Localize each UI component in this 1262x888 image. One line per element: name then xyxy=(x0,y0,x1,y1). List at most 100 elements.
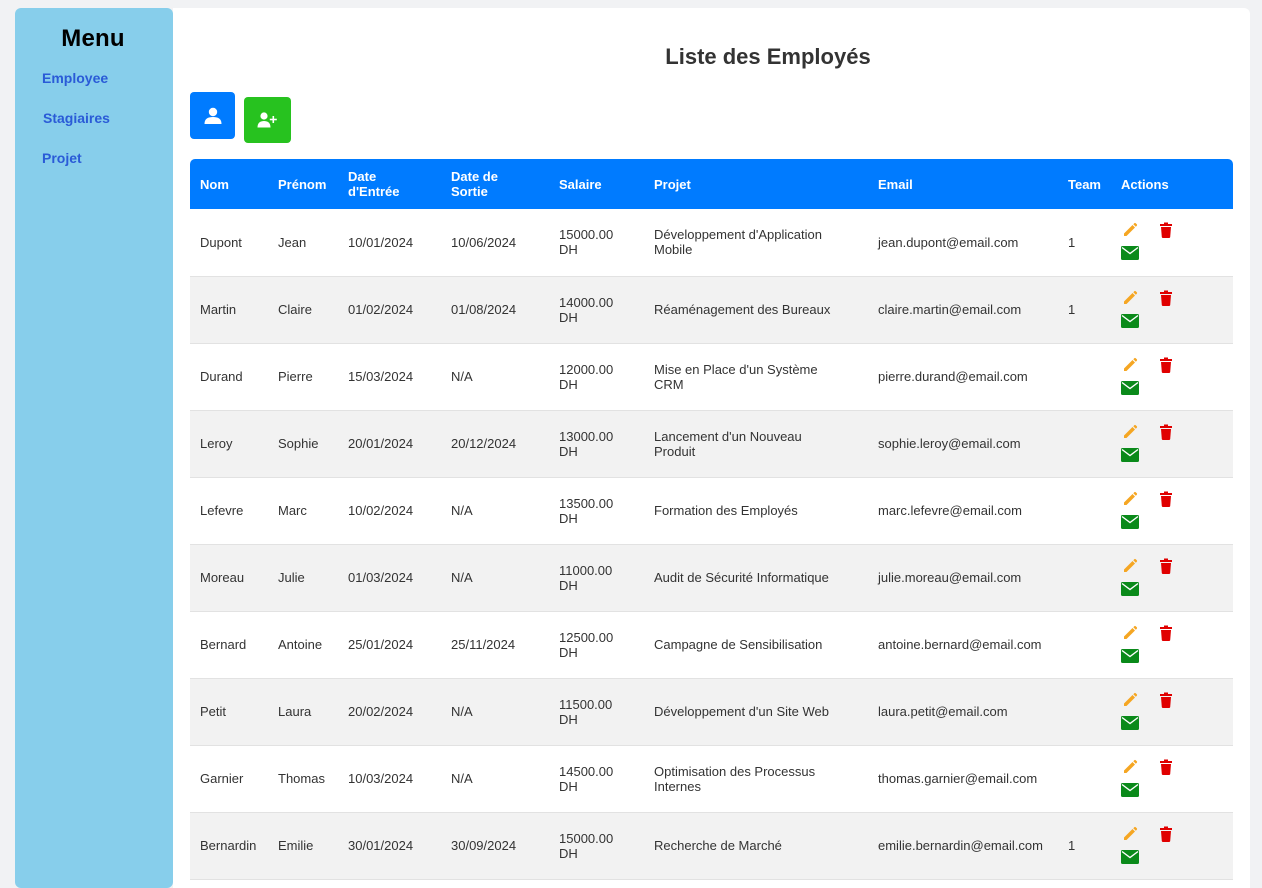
cell-salaire-text: 14500.00 DH xyxy=(559,763,614,794)
cell-team-text: 1 xyxy=(1068,838,1076,853)
email-button[interactable] xyxy=(1121,781,1139,799)
col-header-prenom[interactable]: Prénom xyxy=(268,159,338,209)
edit-button[interactable] xyxy=(1121,423,1139,441)
pencil-icon xyxy=(1124,759,1138,773)
email-button[interactable] xyxy=(1121,312,1139,330)
cell-actions xyxy=(1111,209,1233,276)
cell-prenom: Julie xyxy=(268,544,338,611)
sidebar-item-projet[interactable]: Projet xyxy=(42,150,82,166)
table-row: Moreau Julie 01/03/2024 N/A 11000.00 DH Audit… xyxy=(190,544,1233,611)
delete-button[interactable] xyxy=(1157,423,1175,441)
cell-date-sortie-text: N/A xyxy=(451,369,473,384)
cell-email: jean.dupont@email.com xyxy=(868,209,1058,276)
cell-projet: Réaménagement des Bureaux xyxy=(644,276,868,343)
pencil-icon xyxy=(1124,558,1138,572)
email-button[interactable] xyxy=(1121,580,1139,598)
cell-actions xyxy=(1111,477,1233,544)
cell-date-sortie: N/A xyxy=(441,745,549,812)
cell-nom: Martin xyxy=(190,276,268,343)
cell-date-entree: 20/02/2024 xyxy=(338,678,441,745)
cell-salaire-text: 11500.00 DH xyxy=(559,696,613,727)
row-actions xyxy=(1111,746,1233,812)
col-header-email[interactable]: Email xyxy=(868,159,1058,209)
cell-team: 1 xyxy=(1058,209,1111,276)
cell-date-entree-text: 01/02/2024 xyxy=(348,302,414,317)
email-button[interactable] xyxy=(1121,446,1139,464)
table-row: Petit Laura 20/02/2024 N/A 11500.00 DH Dévelo… xyxy=(190,678,1233,745)
cell-projet: Optimisation des Processus Internes xyxy=(644,745,868,812)
row-actions xyxy=(1111,545,1233,611)
sidebar-item-employee[interactable]: Employee xyxy=(42,70,108,86)
cell-team xyxy=(1058,410,1111,477)
sidebar-item-stagiaires[interactable]: Stagiaires xyxy=(43,110,110,126)
cell-salaire-text: 15000.00 DH xyxy=(559,830,614,861)
cell-projet-text: Développement d'Application Mobile xyxy=(654,227,822,258)
cell-date-sortie-text: N/A xyxy=(451,570,473,585)
email-button[interactable] xyxy=(1121,244,1139,262)
edit-button[interactable] xyxy=(1121,557,1139,575)
table-row: Dupont Jean 10/01/2024 10/06/2024 15000.00 D… xyxy=(190,209,1233,276)
col-header-date-entree[interactable]: Date d'Entrée xyxy=(338,159,441,209)
cell-email-text: jean.dupont@email.com xyxy=(878,234,1019,250)
cell-projet-text: Optimisation des Processus Internes xyxy=(654,763,816,794)
delete-button[interactable] xyxy=(1157,490,1175,508)
envelope-icon xyxy=(1121,246,1139,261)
cell-nom: Durand xyxy=(190,343,268,410)
cell-date-entree-text: 25/01/2024 xyxy=(348,637,414,652)
user-button[interactable] xyxy=(190,92,235,139)
cell-date-sortie: N/A xyxy=(441,477,549,544)
delete-button[interactable] xyxy=(1157,289,1175,307)
cell-email: sophie.leroy@email.com xyxy=(868,410,1058,477)
delete-button[interactable] xyxy=(1157,221,1175,239)
cell-email: laura.petit@email.com xyxy=(868,678,1058,745)
edit-button[interactable] xyxy=(1121,825,1139,843)
cell-salaire: 13000.00 DH xyxy=(549,410,644,477)
col-header-projet[interactable]: Projet xyxy=(644,159,868,209)
pencil-icon xyxy=(1124,424,1138,438)
cell-email-text: antoine.bernard@email.com xyxy=(878,637,1042,652)
cell-team xyxy=(1058,611,1111,678)
edit-button[interactable] xyxy=(1121,221,1139,239)
cell-date-sortie-text: 10/06/2024 xyxy=(451,234,517,250)
delete-button[interactable] xyxy=(1157,691,1175,709)
col-header-date-sortie[interactable]: Date de Sortie xyxy=(441,159,549,209)
cell-team: 1 xyxy=(1058,276,1111,343)
email-button[interactable] xyxy=(1121,848,1139,866)
edit-button[interactable] xyxy=(1121,356,1139,374)
col-header-nom[interactable]: Nom xyxy=(190,159,268,209)
table-row: Leroy Sophie 20/01/2024 20/12/2024 13000.00 … xyxy=(190,410,1233,477)
pencil-icon xyxy=(1124,491,1138,505)
cell-nom-text: Bernard xyxy=(200,637,247,652)
edit-button[interactable] xyxy=(1121,624,1139,642)
delete-button[interactable] xyxy=(1157,758,1175,776)
cell-date-entree-text: 15/03/2024 xyxy=(348,369,414,384)
cell-email-text: marc.lefevre@email.com xyxy=(878,503,1022,518)
delete-button[interactable] xyxy=(1157,624,1175,642)
cell-email: emilie.bernardin@email.com xyxy=(868,812,1058,879)
edit-button[interactable] xyxy=(1121,691,1139,709)
cell-email-text: laura.petit@email.com xyxy=(878,704,1008,719)
cell-prenom-text: Claire xyxy=(278,302,312,317)
edit-button[interactable] xyxy=(1121,289,1139,307)
edit-button[interactable] xyxy=(1121,490,1139,508)
col-header-team[interactable]: Team xyxy=(1058,159,1111,209)
table-row: Martin Claire 01/02/2024 01/08/2024 14000.00… xyxy=(190,276,1233,343)
delete-button[interactable] xyxy=(1157,825,1175,843)
email-button[interactable] xyxy=(1121,513,1139,531)
cell-actions xyxy=(1111,276,1233,343)
cell-salaire: 11000.00 DH xyxy=(549,544,644,611)
delete-button[interactable] xyxy=(1157,356,1175,374)
cell-prenom: Jean xyxy=(268,209,338,276)
email-button[interactable] xyxy=(1121,714,1139,732)
email-button[interactable] xyxy=(1121,647,1139,665)
col-header-salaire[interactable]: Salaire xyxy=(549,159,644,209)
cell-date-sortie: N/A xyxy=(441,343,549,410)
delete-button[interactable] xyxy=(1157,557,1175,575)
cell-prenom: Sophie xyxy=(268,410,338,477)
edit-button[interactable] xyxy=(1121,758,1139,776)
cell-salaire: 12000.00 DH xyxy=(549,343,644,410)
cell-date-sortie-text: 01/08/2024 xyxy=(451,302,517,317)
email-button[interactable] xyxy=(1121,379,1139,397)
cell-date-entree: 10/01/2024 xyxy=(338,209,441,276)
add-user-button[interactable] xyxy=(244,97,291,143)
